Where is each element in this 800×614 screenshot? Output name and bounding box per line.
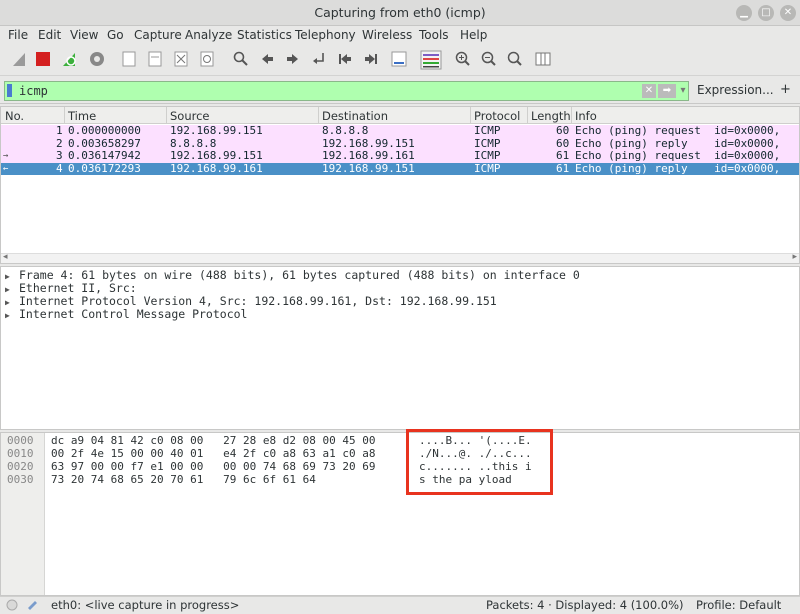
go-back-icon[interactable] xyxy=(256,50,278,72)
resize-columns-icon[interactable] xyxy=(532,50,554,72)
packet-row-selected[interactable]: ← 4 0.036172293 192.168.99.161 192.168.9… xyxy=(1,162,799,175)
menu-wireless[interactable]: Wireless xyxy=(362,28,412,42)
menu-edit[interactable]: Edit xyxy=(38,28,61,42)
column-info[interactable]: Info xyxy=(575,109,597,123)
byte-hex[interactable]: 73 20 74 68 65 20 70 61 79 6c 6f 61 64 xyxy=(51,473,316,486)
packet-details: ▶ Frame 4: 61 bytes on wire (488 bits), 6… xyxy=(0,266,800,430)
byte-offset: 0020 xyxy=(7,460,34,473)
capture-options-icon[interactable] xyxy=(86,50,108,72)
main-toolbar xyxy=(0,46,800,76)
open-file-icon[interactable] xyxy=(118,50,140,72)
byte-offset: 0000 xyxy=(7,434,34,447)
close-icon[interactable]: ✕ xyxy=(780,5,796,21)
save-file-icon[interactable] xyxy=(144,50,166,72)
status-bar: eth0: <live capture in progress> Packets… xyxy=(0,596,800,613)
capture-status-icon[interactable] xyxy=(6,599,18,614)
menu-statistics[interactable]: Statistics xyxy=(237,28,292,42)
menu-tools[interactable]: Tools xyxy=(419,28,449,42)
window-title: Capturing from eth0 (icmp) xyxy=(314,5,486,20)
colorize-icon[interactable] xyxy=(420,50,442,72)
byte-offset: 0010 xyxy=(7,447,34,460)
reload-file-icon[interactable] xyxy=(196,50,218,72)
menu-analyze[interactable]: Analyze xyxy=(185,28,232,42)
column-destination[interactable]: Destination xyxy=(322,109,388,123)
restart-capture-icon[interactable] xyxy=(58,50,80,72)
zoom-in-icon[interactable] xyxy=(452,50,474,72)
menu-capture[interactable]: Capture xyxy=(134,28,182,42)
menu-telephony[interactable]: Telephony xyxy=(295,28,356,42)
display-filter-input[interactable]: icmp xyxy=(4,81,689,101)
scroll-right-icon[interactable]: ▸ xyxy=(792,252,797,262)
first-packet-icon[interactable] xyxy=(334,50,356,72)
find-packet-icon[interactable] xyxy=(230,50,252,72)
add-filter-button[interactable]: + xyxy=(780,82,791,97)
apply-filter-icon[interactable]: ➡ xyxy=(658,84,676,98)
byte-offset: 0030 xyxy=(7,473,34,486)
column-source[interactable]: Source xyxy=(170,109,210,123)
maximize-icon[interactable]: □ xyxy=(758,5,774,21)
packet-bytes: 0000 0010 0020 0030 dc a9 04 81 42 c0 08… xyxy=(0,432,800,596)
display-filter-bar: icmp ✕ ➡ ▾ Expression... + xyxy=(0,78,800,104)
column-length[interactable]: Length xyxy=(531,109,571,123)
go-to-packet-icon[interactable] xyxy=(308,50,330,72)
zoom-normal-icon[interactable] xyxy=(504,50,526,72)
detail-row-icmp[interactable]: ▶ Internet Control Message Protocol xyxy=(5,308,247,321)
clear-filter-icon[interactable]: ✕ xyxy=(642,84,656,98)
profile-label[interactable]: Profile: Default xyxy=(696,598,781,612)
expert-info-icon[interactable] xyxy=(26,598,38,613)
packet-list-header: No. Time Source Destination Protocol Len… xyxy=(1,107,799,124)
scroll-left-icon[interactable]: ◂ xyxy=(3,252,8,262)
auto-scroll-icon[interactable] xyxy=(388,50,410,72)
column-time[interactable]: Time xyxy=(68,109,96,123)
title-bar: Capturing from eth0 (icmp) ▁ □ ✕ xyxy=(0,0,800,26)
highlight-annotation xyxy=(406,429,553,495)
stop-capture-icon[interactable] xyxy=(32,50,54,72)
menu-view[interactable]: View xyxy=(70,28,98,42)
filter-dropdown-icon[interactable]: ▾ xyxy=(678,84,688,98)
column-no[interactable]: No. xyxy=(5,109,24,123)
close-file-icon[interactable] xyxy=(170,50,192,72)
interface-status: eth0: <live capture in progress> xyxy=(51,598,240,612)
expand-icon: ▶ xyxy=(5,311,10,320)
byte-hex[interactable]: dc a9 04 81 42 c0 08 00 27 28 e8 d2 08 0… xyxy=(51,434,376,447)
packet-row[interactable]: 1 0.000000000 192.168.99.151 8.8.8.8 ICM… xyxy=(1,124,799,138)
packets-count: Packets: 4 · Displayed: 4 (100.0%) xyxy=(486,598,684,612)
filter-bookmark-icon[interactable] xyxy=(7,84,12,97)
byte-hex[interactable]: 63 97 00 00 f7 e1 00 00 00 00 74 68 69 7… xyxy=(51,460,376,473)
column-protocol[interactable]: Protocol xyxy=(474,109,520,123)
packet-row[interactable]: → 3 0.036147942 192.168.99.151 192.168.9… xyxy=(1,149,799,163)
start-capture-icon[interactable] xyxy=(8,50,30,72)
zoom-out-icon[interactable] xyxy=(478,50,500,72)
minimize-icon[interactable]: ▁ xyxy=(736,5,752,21)
menu-bar: File Edit View Go Capture Analyze Statis… xyxy=(0,26,800,46)
menu-file[interactable]: File xyxy=(8,28,28,42)
packet-list: No. Time Source Destination Protocol Len… xyxy=(0,106,800,264)
go-forward-icon[interactable] xyxy=(282,50,304,72)
menu-help[interactable]: Help xyxy=(460,28,487,42)
last-packet-icon[interactable] xyxy=(360,50,382,72)
packet-list-scrollbar[interactable]: ◂ ▸ xyxy=(1,252,799,263)
expression-button[interactable]: Expression... xyxy=(697,83,774,97)
byte-hex[interactable]: 00 2f 4e 15 00 00 40 01 e4 2f c0 a8 63 a… xyxy=(51,447,376,460)
menu-go[interactable]: Go xyxy=(107,28,124,42)
